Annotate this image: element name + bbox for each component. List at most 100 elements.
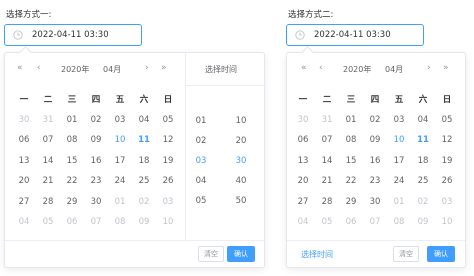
day-cell[interactable]: 06	[339, 212, 363, 233]
day-cell[interactable]: 13	[12, 151, 36, 172]
day-cell[interactable]: 28	[36, 192, 60, 213]
day-cell[interactable]: 14	[36, 151, 60, 172]
day-cell[interactable]: 02	[411, 192, 435, 213]
day-cell[interactable]: 10	[435, 212, 459, 233]
month-label[interactable]: 04月	[103, 64, 121, 75]
day-cell[interactable]: 01	[60, 110, 84, 131]
year-label[interactable]: 2020年	[61, 64, 89, 75]
time-option[interactable]: 10	[223, 111, 259, 131]
day-cell[interactable]: 27	[12, 192, 36, 213]
day-cell[interactable]: 29	[339, 192, 363, 213]
day-cell[interactable]: 17	[108, 151, 132, 172]
day-cell[interactable]: 12	[435, 130, 459, 151]
prev-month-icon[interactable]: ‹	[37, 63, 41, 73]
day-cell[interactable]: 09	[411, 212, 435, 233]
time-option[interactable]: 20	[223, 131, 259, 151]
time-option[interactable]: 40	[223, 171, 259, 191]
day-cell[interactable]: 09	[363, 130, 387, 151]
day-cell[interactable]: 06	[12, 130, 36, 151]
day-cell[interactable]: 05	[435, 110, 459, 131]
day-cell[interactable]: 26	[435, 171, 459, 192]
day-cell[interactable]: 04	[411, 110, 435, 131]
day-cell[interactable]: 20	[12, 171, 36, 192]
day-cell[interactable]: 28	[315, 192, 339, 213]
day-cell[interactable]: 07	[36, 130, 60, 151]
month-label[interactable]: 04月	[385, 64, 403, 75]
day-cell[interactable]: 25	[132, 171, 156, 192]
prev-year-icon[interactable]: «	[17, 63, 23, 73]
day-cell[interactable]: 17	[387, 151, 411, 172]
picker1-input[interactable]: 2022-04-11 03:30	[4, 24, 142, 46]
day-cell[interactable]: 24	[108, 171, 132, 192]
day-cell[interactable]: 16	[84, 151, 108, 172]
day-cell[interactable]: 07	[315, 130, 339, 151]
day-cell[interactable]: 07	[84, 212, 108, 233]
minute-column[interactable]: 10 20 30 40 50	[223, 111, 259, 211]
day-cell[interactable]: 03	[156, 192, 180, 213]
next-year-icon[interactable]: »	[443, 63, 449, 73]
time-option[interactable]: 05	[183, 191, 219, 211]
day-cell[interactable]: 08	[108, 212, 132, 233]
day-cell[interactable]: 02	[84, 110, 108, 131]
day-cell[interactable]: 15	[60, 151, 84, 172]
day-cell[interactable]: 31	[36, 110, 60, 131]
clear-button[interactable]: 清空	[393, 246, 419, 262]
day-cell[interactable]: 10	[156, 212, 180, 233]
day-cell[interactable]: 25	[411, 171, 435, 192]
day-cell[interactable]: 26	[156, 171, 180, 192]
day-cell[interactable]: 04	[132, 110, 156, 131]
day-cell[interactable]: 07	[363, 212, 387, 233]
day-cell[interactable]: 08	[60, 130, 84, 151]
day-cell[interactable]: 20	[291, 171, 315, 192]
time-option[interactable]: 04	[183, 171, 219, 191]
day-cell[interactable]: 04	[12, 212, 36, 233]
day-cell[interactable]: 05	[36, 212, 60, 233]
day-cell[interactable]: 23	[84, 171, 108, 192]
day-cell[interactable]: 10	[387, 130, 411, 151]
day-cell[interactable]: 14	[315, 151, 339, 172]
time-option[interactable]: 30	[223, 151, 259, 171]
day-cell[interactable]: 21	[315, 171, 339, 192]
day-cell[interactable]: 23	[363, 171, 387, 192]
next-month-icon[interactable]: ›	[145, 63, 149, 73]
next-month-icon[interactable]: ›	[427, 63, 431, 73]
day-cell[interactable]: 24	[387, 171, 411, 192]
hour-column[interactable]: 01 02 03 04 05	[183, 111, 219, 211]
clear-button[interactable]: 清空	[198, 246, 224, 262]
day-cell[interactable]: 21	[36, 171, 60, 192]
time-option[interactable]: 01	[183, 111, 219, 131]
day-cell[interactable]: 08	[339, 130, 363, 151]
day-cell[interactable]: 04	[291, 212, 315, 233]
day-cell[interactable]: 27	[291, 192, 315, 213]
day-cell[interactable]: 01	[108, 192, 132, 213]
next-year-icon[interactable]: »	[161, 63, 167, 73]
day-cell[interactable]: 30	[291, 110, 315, 131]
day-cell[interactable]: 30	[363, 192, 387, 213]
day-cell[interactable]: 18	[132, 151, 156, 172]
day-cell[interactable]: 31	[315, 110, 339, 131]
day-cell[interactable]: 12	[156, 130, 180, 151]
prev-month-icon[interactable]: ‹	[319, 63, 323, 73]
day-cell[interactable]: 22	[60, 171, 84, 192]
day-cell[interactable]: 03	[387, 110, 411, 131]
prev-year-icon[interactable]: «	[301, 63, 307, 73]
day-cell[interactable]: 30	[12, 110, 36, 131]
day-cell[interactable]: 29	[60, 192, 84, 213]
day-cell[interactable]: 30	[84, 192, 108, 213]
day-cell[interactable]: 02	[363, 110, 387, 131]
day-cell[interactable]: 22	[339, 171, 363, 192]
day-cell[interactable]: 03	[108, 110, 132, 131]
day-cell[interactable]: 05	[156, 110, 180, 131]
time-option[interactable]: 50	[223, 191, 259, 211]
year-label[interactable]: 2020年	[343, 64, 371, 75]
day-cell[interactable]: 16	[363, 151, 387, 172]
time-option[interactable]: 02	[183, 131, 219, 151]
day-cell[interactable]: 11	[411, 130, 435, 151]
select-time-link[interactable]: 选择时间	[301, 249, 333, 260]
time-option[interactable]: 03	[183, 151, 219, 171]
confirm-button[interactable]: 确认	[227, 246, 255, 262]
day-cell[interactable]: 10	[108, 130, 132, 151]
picker2-input[interactable]: 2022-04-11 03:30	[286, 24, 424, 46]
day-cell[interactable]: 15	[339, 151, 363, 172]
day-cell[interactable]: 19	[156, 151, 180, 172]
